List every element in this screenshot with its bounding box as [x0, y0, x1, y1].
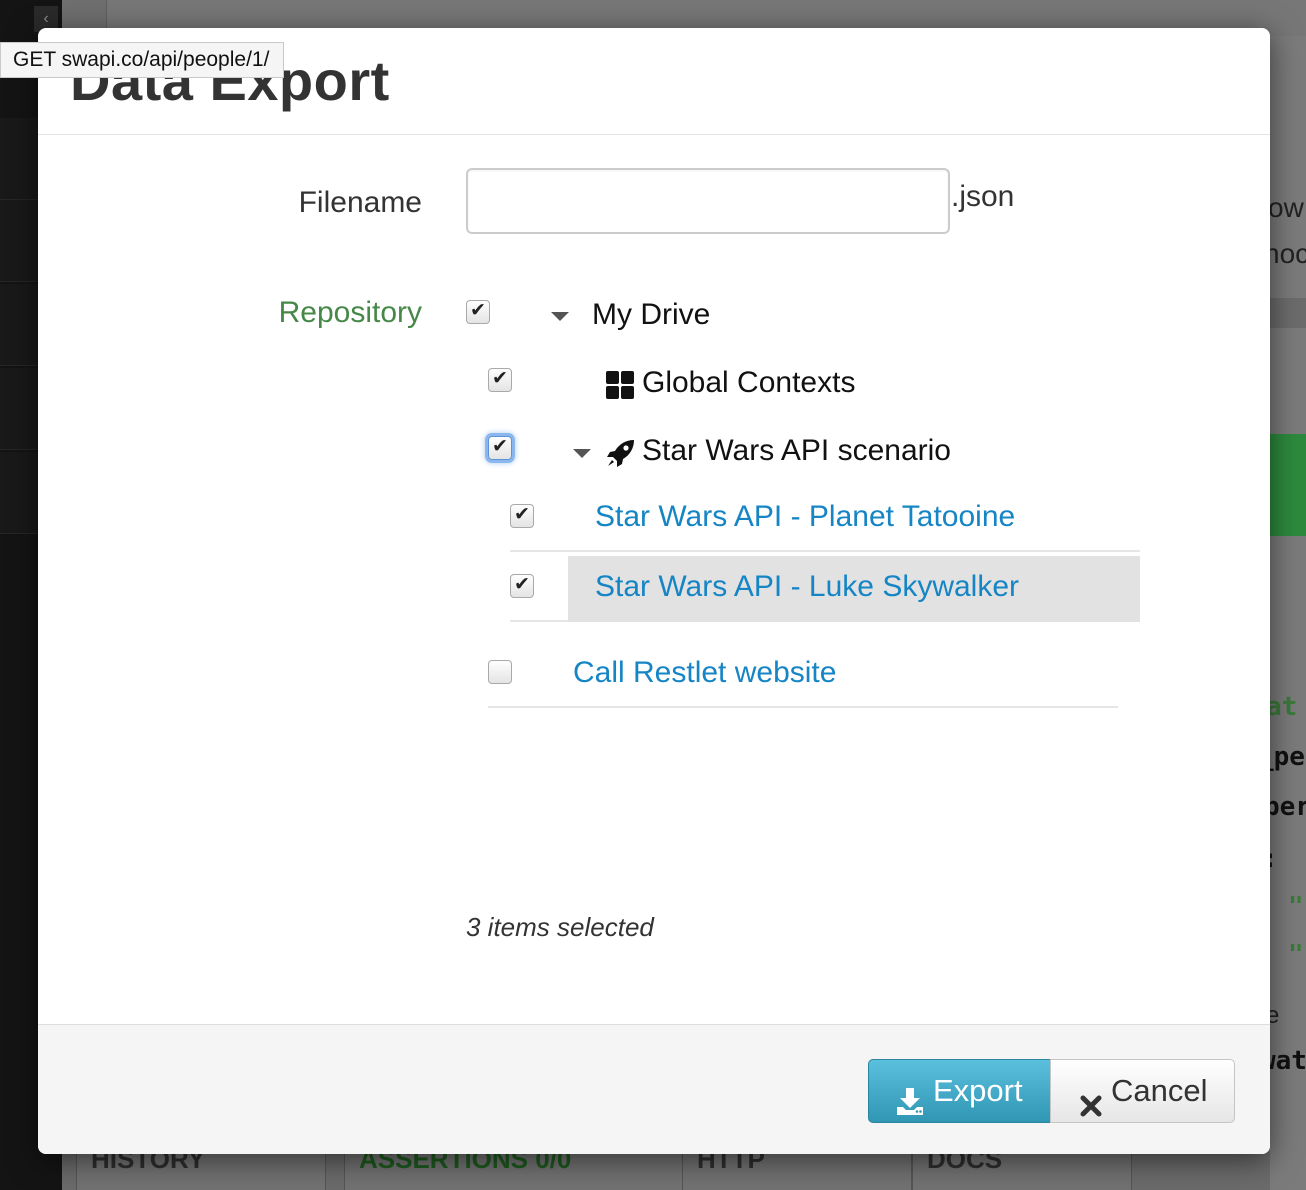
tab-http[interactable]: HTTP	[682, 1152, 912, 1190]
export-button[interactable]: Export	[868, 1059, 1051, 1123]
cancel-button[interactable]: Cancel	[1050, 1059, 1235, 1123]
selection-status: 3 items selected	[466, 912, 654, 942]
request-link-tatooine[interactable]: Star Wars API - Planet Tatooine	[595, 500, 1015, 534]
request-tooltip: GET swapi.co/api/people/1/	[0, 42, 285, 78]
my-drive-checkbox[interactable]	[466, 299, 490, 324]
global-contexts-checkbox[interactable]	[488, 367, 512, 392]
filename-suffix: .json	[951, 180, 1015, 213]
request-link-restlet[interactable]: Call Restlet website	[573, 656, 836, 690]
tab-history[interactable]: HISTORY	[76, 1152, 326, 1190]
background-text: ow	[1268, 192, 1304, 223]
background-code: at	[1266, 692, 1298, 722]
row-divider	[510, 620, 568, 622]
scenario-checkbox[interactable]	[488, 435, 512, 460]
caret-down-icon[interactable]	[573, 449, 591, 458]
background-code: "	[1288, 892, 1304, 922]
request-link-skywalker[interactable]: Star Wars API - Luke Skywalker	[595, 570, 1019, 604]
background-right-panel: ow noc at _pe per : " " e wat	[1258, 36, 1306, 1190]
background-bottom-tabs: HISTORY ASSERTIONS 0/0 HTTP DOCS	[62, 1152, 1270, 1190]
background-success-band	[1270, 434, 1306, 536]
tree-node-global-contexts[interactable]: Global Contexts	[642, 366, 855, 400]
caret-down-icon[interactable]	[551, 312, 569, 321]
tree-node-scenario[interactable]: Star Wars API scenario	[642, 434, 951, 468]
skywalker-checkbox[interactable]	[510, 573, 534, 598]
data-export-modal: Data Export Filename .json Repository My…	[38, 28, 1270, 1154]
row-divider	[510, 550, 1140, 552]
row-divider	[488, 706, 1118, 708]
close-icon	[1079, 1077, 1103, 1139]
background-divider	[1270, 298, 1306, 328]
filename-label: Filename	[298, 186, 422, 219]
restlet-checkbox[interactable]	[488, 660, 512, 684]
background-code: "	[1288, 940, 1304, 970]
tatooine-checkbox[interactable]	[510, 503, 534, 528]
export-label: Export	[933, 1073, 1023, 1108]
grid-icon	[606, 371, 634, 399]
background-text: noc	[1264, 238, 1306, 269]
tab-assertions[interactable]: ASSERTIONS 0/0	[344, 1152, 684, 1190]
tab-docs[interactable]: DOCS	[912, 1152, 1132, 1190]
background-code: per	[1264, 792, 1306, 822]
modal-footer: Export Cancel	[38, 1024, 1270, 1154]
tree-node-my-drive[interactable]: My Drive	[592, 298, 710, 332]
rocket-icon	[606, 438, 636, 468]
download-icon	[895, 1075, 925, 1137]
repository-label: Repository	[278, 296, 422, 329]
cancel-label: Cancel	[1111, 1073, 1208, 1108]
filename-input[interactable]	[466, 168, 950, 234]
